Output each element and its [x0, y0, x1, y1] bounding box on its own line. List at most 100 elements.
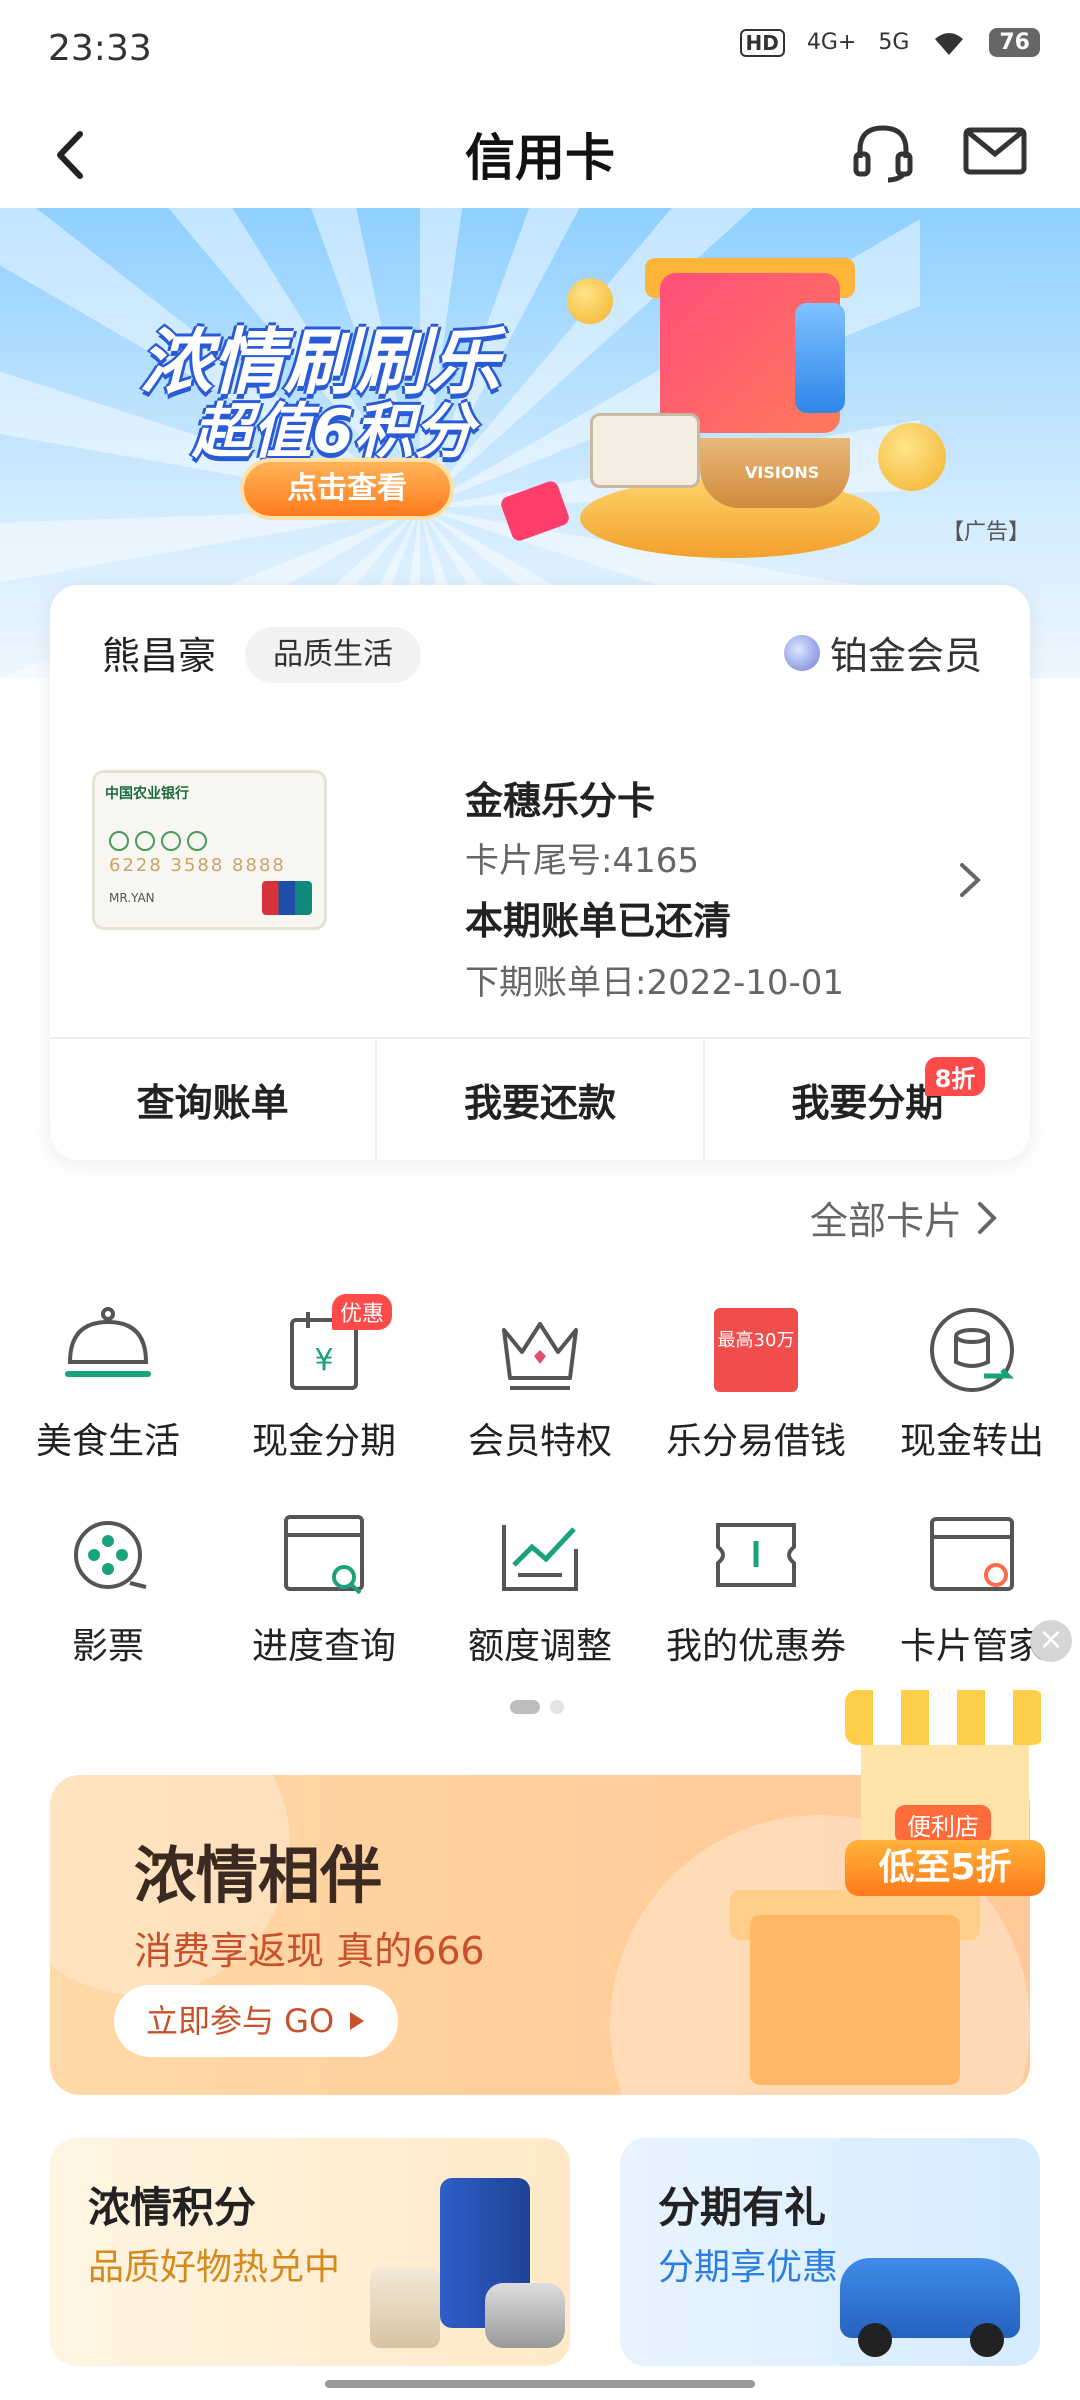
- query-bill-button[interactable]: 查询账单: [50, 1039, 378, 1160]
- indicator-dot: [550, 1700, 564, 1714]
- card-product-name[interactable]: 金穗乐分卡: [465, 770, 655, 825]
- indicator-dot-active: [510, 1700, 540, 1714]
- card-owner-name: 熊昌豪: [102, 634, 217, 678]
- installment-button[interactable]: 我要分期 8折: [705, 1039, 1030, 1160]
- film-reel-icon: [74, 1521, 147, 1589]
- battery-icon: 76: [989, 28, 1040, 57]
- signal-5g-icon: 5G: [878, 30, 910, 55]
- convenience-store-float[interactable]: 便利店 低至5折: [845, 1690, 1045, 1900]
- chevron-right-icon[interactable]: [950, 855, 990, 905]
- chevron-right-icon: [978, 1201, 997, 1234]
- signal-4g-icon: 4G+: [806, 30, 857, 55]
- grid-item-loan[interactable]: 最高30万 乐分易借钱: [648, 1300, 864, 1480]
- promo-badge: 优惠: [332, 1294, 393, 1330]
- member-level[interactable]: 铂金会员: [783, 625, 982, 680]
- detergent-bottle-image: [795, 303, 845, 413]
- grid-label: 美食生活: [35, 1421, 180, 1462]
- progress-search-icon: [284, 1515, 364, 1595]
- card-actions: 查询账单 我要还款 我要分期 8折: [50, 1037, 1030, 1160]
- all-cards-link[interactable]: 全部卡片: [810, 1190, 1000, 1245]
- platinum-member-icon: [783, 634, 820, 671]
- hd-icon: HD: [739, 28, 785, 57]
- grid-label: 额度调整: [467, 1626, 612, 1667]
- installment-gift-subtitle: 分期享优惠: [658, 2247, 839, 2288]
- points-card-title: 浓情积分: [88, 2183, 257, 2232]
- food-cloche-icon: [65, 1307, 151, 1377]
- query-bill-label: 查询账单: [136, 1081, 289, 1125]
- grid-label: 现金转出: [899, 1421, 1044, 1462]
- kettle-image: [370, 2268, 440, 2348]
- join-go-button[interactable]: 立即参与 GO: [114, 1985, 399, 2057]
- grid-label: 影票: [71, 1626, 144, 1667]
- promo-subtitle: 消费享返现 真的666: [134, 1929, 485, 1973]
- close-icon[interactable]: ×: [1030, 1620, 1072, 1662]
- member-level-label: 铂金会员: [829, 634, 982, 678]
- emblem-icon: [135, 831, 155, 851]
- unionpay-logo-icon: [262, 881, 312, 915]
- grid-label: 我的优惠券: [665, 1626, 846, 1667]
- pot-brand-label: VISIONS: [745, 463, 820, 482]
- grid-item-food[interactable]: 美食生活: [0, 1300, 216, 1480]
- grid-item-member-privilege[interactable]: 会员特权: [432, 1300, 648, 1480]
- repay-label: 我要还款: [463, 1081, 616, 1125]
- store-name: 便利店: [895, 1805, 991, 1844]
- mail-icon[interactable]: [960, 116, 1030, 186]
- store-awning: [845, 1690, 1045, 1745]
- grid-item-cash-installment[interactable]: ¥ 优惠 现金分期: [216, 1294, 432, 1480]
- wheel-icon: [858, 2323, 892, 2357]
- points-card[interactable]: 浓情积分 品质好物热兑中: [50, 2138, 570, 2366]
- wifi-icon: [935, 32, 964, 55]
- banner-subheadline: 超值6积分: [192, 397, 474, 467]
- headset-icon[interactable]: [848, 116, 918, 186]
- grid-item-limit-adjust[interactable]: 额度调整: [432, 1505, 648, 1685]
- home-indicator[interactable]: [325, 2380, 755, 2388]
- store-sale-label: 低至5折: [845, 1840, 1045, 1896]
- repay-button[interactable]: 我要还款: [377, 1039, 705, 1160]
- grid-label: 会员特权: [467, 1421, 612, 1462]
- installment-gift-card[interactable]: 分期有礼 分期享优惠: [620, 2138, 1040, 2366]
- discount-badge: 8折: [924, 1057, 986, 1096]
- grid-item-movie[interactable]: 影票: [0, 1505, 216, 1685]
- emblem-icon: [109, 831, 129, 851]
- grid-item-progress[interactable]: 进度查询: [216, 1505, 432, 1685]
- grid-label: 现金分期: [251, 1421, 396, 1462]
- limit-chart-icon: [502, 1525, 578, 1591]
- all-cards-label: 全部卡片: [809, 1199, 962, 1243]
- grid-item-cash-transfer[interactable]: 现金转出: [864, 1300, 1080, 1480]
- credit-card-page: 23:33 HD 4G+ 5G 76 信用卡 VISIONS 浓情刷刷乐 超值6…: [0, 0, 1080, 2400]
- bill-status: 本期账单已还清: [465, 899, 732, 943]
- grid-label: 进度查询: [251, 1626, 396, 1667]
- card-number-art: 6228 3588 8888: [109, 855, 286, 876]
- emblem-icon: [187, 831, 207, 851]
- installment-gift-title: 分期有礼: [658, 2183, 827, 2232]
- status-bar: 23:33 HD 4G+ 5G 76: [0, 0, 1080, 100]
- credit-card-panel: 熊昌豪 品质生活 铂金会员 中国农业银行 6228 3588 8888 MR.Y…: [50, 585, 1030, 1160]
- status-time: 23:33: [48, 28, 152, 69]
- loan-icon: 最高30万: [714, 1308, 798, 1392]
- nav-bar: 信用卡: [0, 100, 1080, 210]
- grid-item-coupons[interactable]: 我的优惠券: [648, 1505, 864, 1685]
- bank-card-image[interactable]: 中国农业银行 6228 3588 8888 MR.YAN: [92, 770, 327, 930]
- grid-row-1: 美食生活 ¥ 优惠 现金分期 会员特权 最高30万 乐分易借钱 现金转出: [0, 1294, 1080, 1480]
- emblem-icon: [161, 831, 181, 851]
- installment-label: 我要分期: [791, 1081, 944, 1125]
- page-indicator: [510, 1700, 564, 1714]
- bank-name-label: 中国农业银行: [105, 786, 189, 802]
- grid-row-2: 影票 进度查询 额度调整 我的优惠券 卡片管家: [0, 1505, 1080, 1685]
- banner-view-button[interactable]: 点击查看: [240, 458, 454, 520]
- rice-cooker-image: [485, 2283, 565, 2348]
- grid-label: 乐分易借钱: [665, 1421, 846, 1462]
- card-holder-art: MR.YAN: [109, 891, 155, 905]
- next-bill-date: 下期账单日:2022-10-01: [465, 963, 845, 1003]
- card-tail-number: 卡片尾号:4165: [465, 841, 699, 881]
- play-arrow-icon: [350, 2012, 365, 2030]
- lifestyle-tag: 品质生活: [245, 627, 421, 683]
- gift-box-image: [750, 1915, 960, 2085]
- cash-transfer-icon: [930, 1308, 1015, 1392]
- page-title: 信用卡: [465, 129, 615, 187]
- coupon-icon: [716, 1523, 796, 1587]
- card-emblems: [109, 831, 207, 851]
- join-go-label: 立即参与 GO: [146, 2002, 335, 2040]
- points-coin-icon: [878, 423, 946, 491]
- card-settings-icon: [930, 1517, 1014, 1591]
